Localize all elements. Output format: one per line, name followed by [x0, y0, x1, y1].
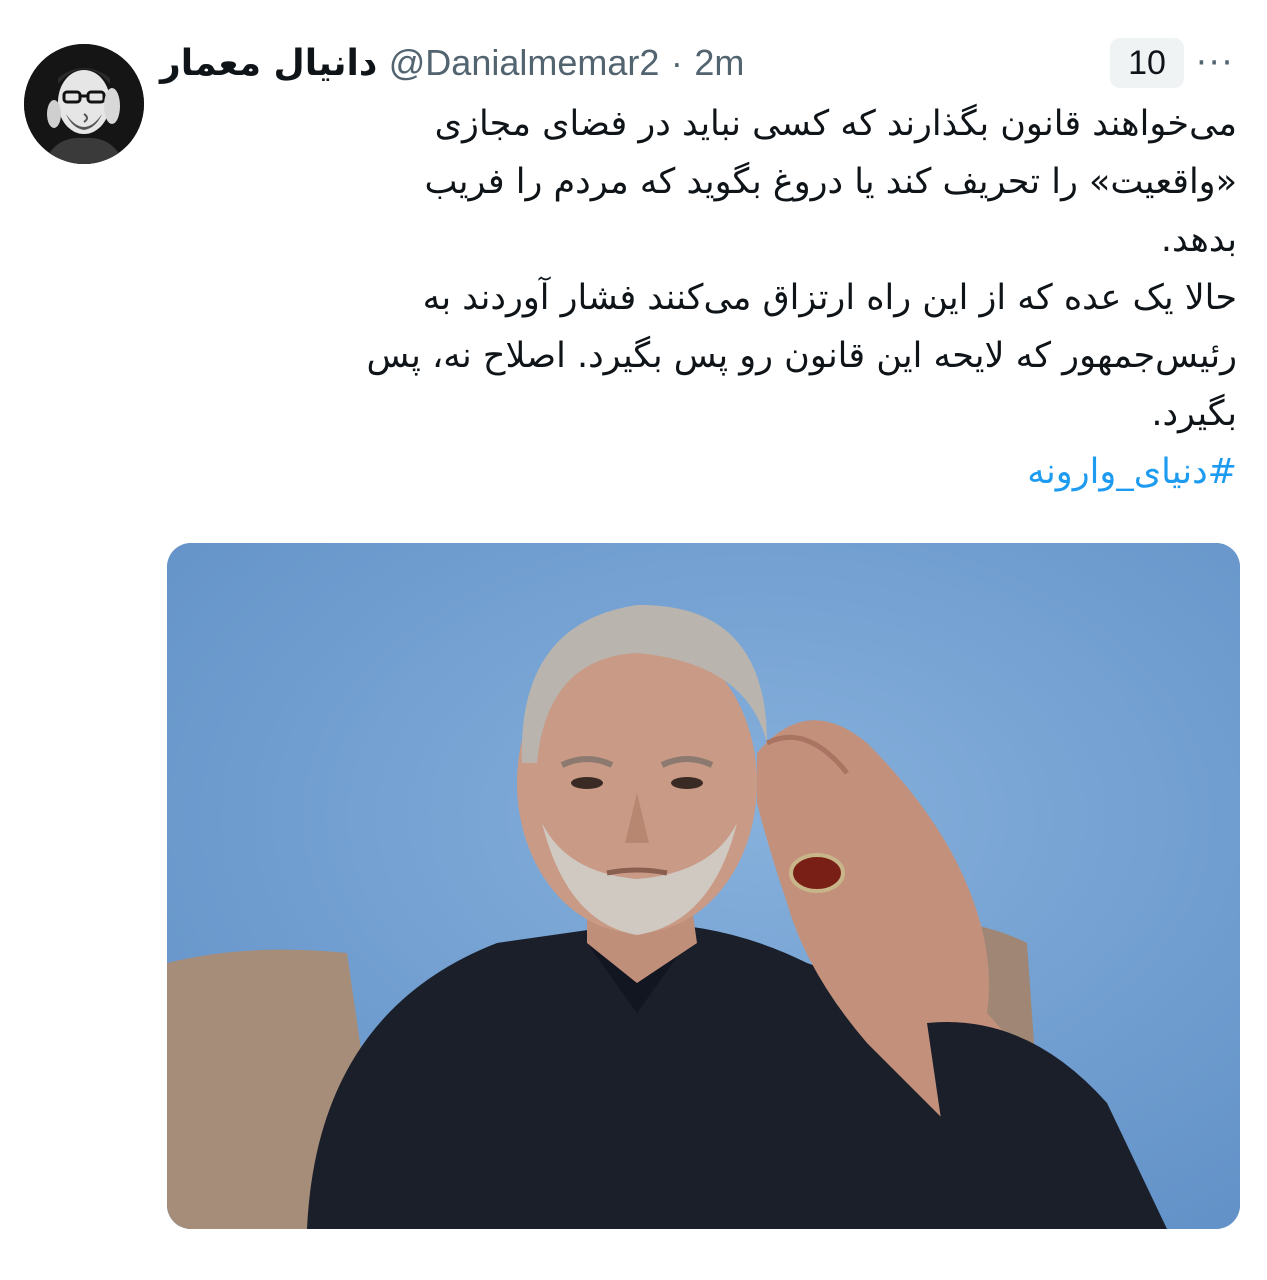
profile-photo-icon — [24, 44, 144, 164]
author-handle[interactable]: @Danialmemar2 — [389, 42, 660, 83]
tweet-line: رئیس‌جمهور که لایحه این قانون رو پس بگیر… — [366, 336, 1238, 376]
tweet-line: بگیرد. — [1151, 394, 1237, 434]
tweet-line: بدهد. — [1160, 220, 1237, 260]
author-display-name[interactable]: دانیال معمار — [160, 43, 377, 84]
hashtag-link[interactable]: #دنیای_وارونه — [157, 443, 1237, 501]
author-avatar[interactable] — [24, 44, 144, 164]
photo-man-hand-on-head-icon — [167, 543, 1240, 1229]
tweet-header: دانیال معمار @Danialmemar2 · 2m 10 ··· — [160, 38, 1239, 88]
tweet-line: می‌خواهند قانون بگذارند که کسی نباید در … — [434, 104, 1237, 144]
meta-separator: · — [670, 42, 683, 83]
tweet-line: حالا یک عده که از این راه ارتزاق می‌کنند… — [422, 278, 1237, 318]
count-badge[interactable]: 10 — [1110, 38, 1184, 88]
more-horizontal-icon[interactable]: ··· — [1196, 46, 1234, 80]
tweet-line: «واقعیت» را تحریف کند یا دروغ بگوید که م… — [424, 162, 1237, 202]
author-name-row: دانیال معمار @Danialmemar2 · 2m — [160, 40, 744, 87]
tweet-timestamp[interactable]: 2m — [694, 42, 744, 83]
tweet-media-image[interactable] — [167, 543, 1240, 1229]
tweet-text: می‌خواهند قانون بگذارند که کسی نباید در … — [157, 95, 1238, 501]
